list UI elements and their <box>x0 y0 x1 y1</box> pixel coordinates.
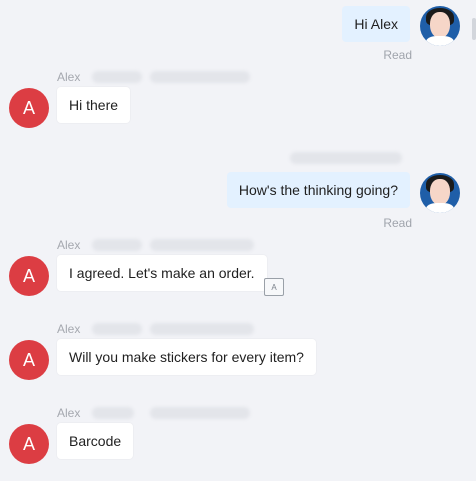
message-bubble-other[interactable]: I agreed. Let's make an order. <box>57 255 267 291</box>
message-bubble-other[interactable]: Barcode <box>57 423 134 459</box>
contact-avatar[interactable]: A <box>9 340 49 380</box>
blurred-sender-info <box>92 239 142 251</box>
blurred-sender-info <box>92 323 142 335</box>
contact-avatar[interactable]: A <box>9 424 49 464</box>
blurred-sender-info <box>150 407 250 419</box>
sender-name: Alex <box>57 238 81 252</box>
blurred-sender-info <box>150 239 254 251</box>
user-avatar[interactable] <box>420 173 460 213</box>
user-avatar[interactable] <box>420 6 460 46</box>
sender-name: Alex <box>57 70 81 84</box>
blurred-sender-info <box>92 71 142 83</box>
translate-icon[interactable]: A <box>264 278 284 296</box>
sender-name: Alex <box>57 406 81 420</box>
message-bubble-other[interactable]: Will you make stickers for every item? <box>57 339 316 375</box>
message-bubble-self[interactable]: How's the thinking going? <box>226 172 410 208</box>
sender-name: Alex <box>57 322 81 336</box>
message-bubble-self[interactable]: Hi Alex <box>342 6 410 42</box>
message-bubble-other[interactable]: Hi there <box>57 87 131 123</box>
blurred-sender-info <box>150 323 254 335</box>
read-status: Read <box>383 48 412 62</box>
blurred-sender-info <box>92 407 134 419</box>
blurred-timestamp <box>290 152 402 164</box>
blurred-sender-info <box>150 71 250 83</box>
read-status: Read <box>383 216 412 230</box>
scrollbar-thumb[interactable] <box>472 18 476 40</box>
contact-avatar[interactable]: A <box>9 256 49 296</box>
contact-avatar[interactable]: A <box>9 88 49 128</box>
